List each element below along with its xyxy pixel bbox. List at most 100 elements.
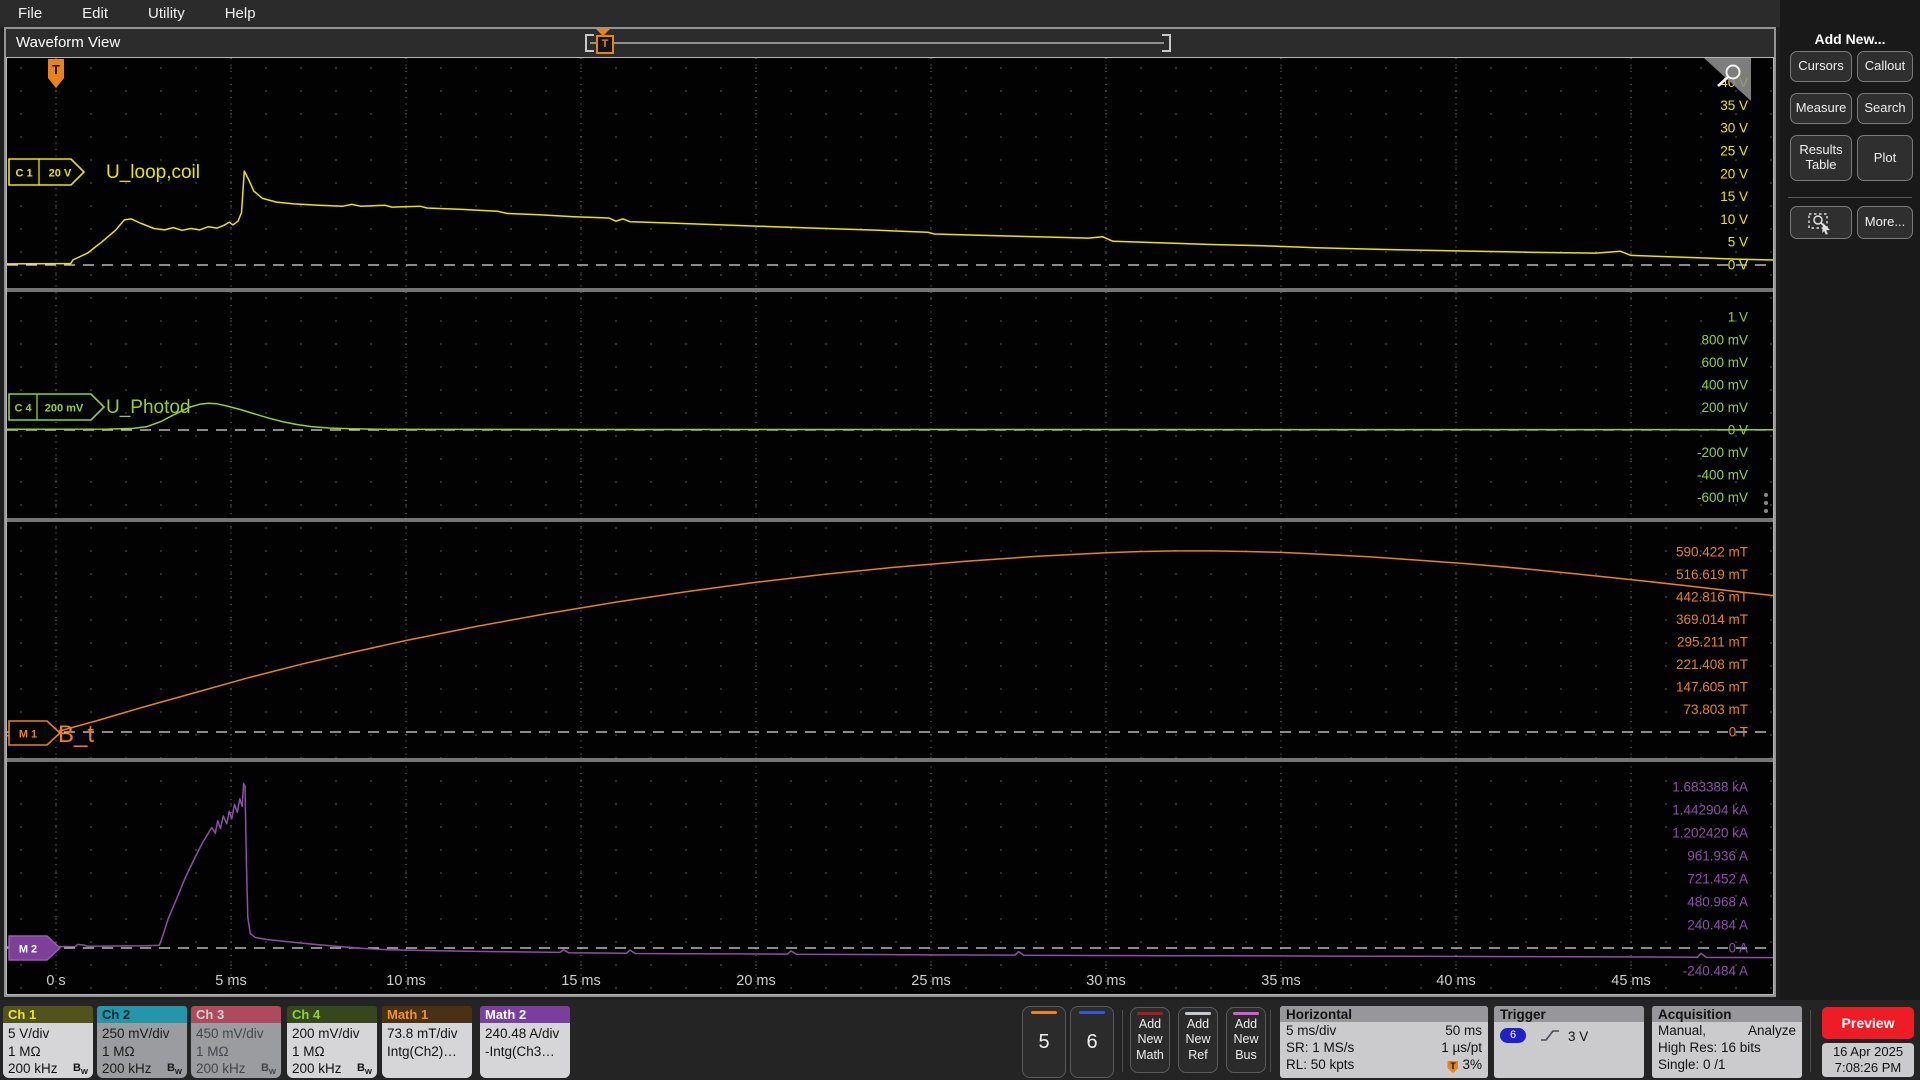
- math1-axis-tick: 295.211 mT: [1677, 635, 1748, 650]
- channel-setting-row: 1 MΩ: [102, 1043, 135, 1059]
- channel-badge-title: Math 2: [480, 1006, 570, 1023]
- ch1-axis-tick: 30 V: [1720, 121, 1748, 136]
- measure-button[interactable]: Measure: [1790, 93, 1852, 124]
- channel-badge-math1[interactable]: Math 1 73.8 mT/div Intg(Ch2)…: [382, 1006, 472, 1078]
- horizontal-panel[interactable]: Horizontal 5 ms/div 50 ms SR: 1 MS/s 1 µs/…: [1280, 1006, 1488, 1078]
- bottom-bar-divider: [1122, 1010, 1123, 1072]
- ch1-badge-scale: 20 V: [49, 168, 72, 180]
- ch1-axis-tick: 15 V: [1720, 189, 1748, 204]
- x-axis-tick: 45 ms: [1611, 973, 1651, 989]
- add-new-ref-button[interactable]: Add New Ref: [1178, 1007, 1218, 1073]
- channel-badge-math2[interactable]: Math 2 240.48 A/div -Intg(Ch3…: [480, 1006, 570, 1078]
- zoom-selection-button[interactable]: [1790, 206, 1852, 239]
- waveform-graticule[interactable]: 40 V35 V30 V25 V20 V15 V10 V5 V0 V1 V800…: [6, 57, 1774, 995]
- menu-help[interactable]: Help: [225, 5, 256, 22]
- math2-axis-tick: 1.442904 kA: [1672, 803, 1748, 818]
- menu-bar: File Edit Utility Help: [0, 0, 1920, 27]
- channel-setting-row: 450 mV/div: [196, 1026, 264, 1041]
- ch1-band-area: [7, 58, 1773, 288]
- ch4-axis-tick: 200 mV: [1701, 400, 1748, 415]
- add-new-math-button[interactable]: Add New Math: [1130, 1007, 1170, 1073]
- ch4-axis-tick: -400 mV: [1697, 468, 1748, 483]
- ch4-waveform-label: U_Photod: [106, 397, 191, 418]
- search-button[interactable]: Search: [1857, 93, 1913, 124]
- channel-setting-row: 5 V/div: [8, 1026, 50, 1041]
- math2-axis-tick: -240.484 A: [1683, 964, 1748, 979]
- horizontal-panel-title: Horizontal: [1280, 1006, 1488, 1022]
- math2-axis-tick: 961.936 A: [1687, 849, 1748, 864]
- add-new-bus-button[interactable]: Add New Bus: [1226, 1007, 1266, 1073]
- minimap-right-bracket[interactable]: [1162, 34, 1171, 52]
- math1-band-area: [7, 522, 1773, 758]
- x-axis-tick: 30 ms: [1086, 973, 1126, 989]
- cursors-button[interactable]: Cursors: [1790, 51, 1852, 82]
- channel-setting-row: 73.8 mT/div: [387, 1026, 458, 1041]
- minimap-left-bracket[interactable]: [585, 34, 594, 52]
- minimap-trigger-icon[interactable]: T: [596, 35, 614, 54]
- waveform-view-tab[interactable]: Waveform View T: [6, 29, 1774, 57]
- ch1-axis-tick: 25 V: [1720, 144, 1748, 159]
- channel-5-button[interactable]: 5: [1022, 1006, 1066, 1078]
- math1-axis-tick: 147.605 mT: [1676, 680, 1748, 695]
- acquisition-resolution: High Res: 16 bits: [1658, 1040, 1761, 1055]
- preview-button[interactable]: Preview: [1822, 1007, 1914, 1039]
- bottom-bar-divider: [1810, 1010, 1811, 1072]
- waveform-view-window: Waveform View T 40 V35 V30 V25 V20 V15 V…: [4, 27, 1776, 997]
- channel-badge-ch1[interactable]: Ch 15 V/div 1 MΩ 200 kHz BW: [3, 1006, 93, 1078]
- panel-resize-handle-icon[interactable]: [1764, 493, 1768, 513]
- ch1-plot-badge[interactable]: C 1 20 V: [8, 158, 86, 186]
- x-axis-tick: 20 ms: [736, 973, 776, 989]
- math2-axis-tick: 240.484 A: [1687, 918, 1748, 933]
- math2-axis-tick: 721.452 A: [1687, 872, 1748, 887]
- trigger-panel[interactable]: Trigger 6 3 V: [1494, 1006, 1644, 1078]
- ch1-axis-tick: 0 V: [1728, 258, 1748, 273]
- channel-color-accent: [1031, 1011, 1057, 1014]
- channel-number: 6: [1086, 1030, 1098, 1053]
- channel-badge-settings: 200 mV/div 1 MΩ 200 kHz BW: [287, 1023, 377, 1078]
- channel-badge-ch3[interactable]: Ch 3 450 mV/div 1 MΩ 200 kHz BW: [191, 1006, 281, 1078]
- trigger-panel-title: Trigger: [1494, 1006, 1644, 1022]
- ch4-badge-id: C 4: [14, 403, 32, 415]
- menu-utility[interactable]: Utility: [148, 5, 185, 22]
- x-axis-tick: 0 s: [46, 973, 65, 989]
- math2-badge-id: M 2: [19, 944, 37, 956]
- menu-edit[interactable]: Edit: [82, 5, 108, 22]
- trigger-flag-glyph: T: [52, 62, 60, 77]
- button-label: Add New Math: [1136, 1016, 1164, 1062]
- more-button[interactable]: More...: [1857, 206, 1913, 239]
- ch1-axis-tick: 35 V: [1720, 98, 1748, 113]
- date-time-display[interactable]: 16 Apr 2025 7:08:26 PM: [1822, 1043, 1914, 1077]
- math1-axis-tick: 0 T: [1729, 725, 1748, 740]
- channel-setting-row: Intg(Ch2)…: [387, 1043, 457, 1059]
- channel-badge-ch2[interactable]: Ch 2 250 mV/div 1 MΩ 200 kHz BW: [97, 1006, 187, 1078]
- acquisition-single-count: Single: 0 /1: [1658, 1057, 1726, 1072]
- math1-waveform-label: B_t: [58, 721, 94, 748]
- band-divider: [6, 758, 1774, 762]
- channel-badge-title: Ch 1: [3, 1006, 93, 1023]
- ch4-axis-tick: -600 mV: [1697, 490, 1748, 505]
- channel-badge-ch4[interactable]: Ch 4 200 mV/div 1 MΩ 200 kHz BW: [287, 1006, 377, 1078]
- horizontal-minimap-track[interactable]: [590, 42, 1164, 44]
- rising-edge-icon: [1541, 1030, 1559, 1041]
- trigger-source-badge: 6: [1500, 1028, 1526, 1043]
- plot-button[interactable]: Plot: [1857, 135, 1913, 181]
- x-axis-tick: 5 ms: [215, 973, 246, 989]
- ch4-plot-badge[interactable]: C 4 200 mV: [8, 393, 106, 421]
- math2-axis-tick: 1.683388 kA: [1672, 780, 1748, 795]
- callout-button[interactable]: Callout: [1857, 51, 1913, 82]
- date-value: 16 Apr 2025: [1832, 1044, 1904, 1059]
- x-axis-tick: 15 ms: [561, 973, 601, 989]
- time-value: 7:08:26 PM: [1834, 1060, 1902, 1075]
- ch4-axis-tick: -200 mV: [1697, 445, 1748, 460]
- channel-badge-title: Ch 3: [191, 1006, 281, 1023]
- menu-file[interactable]: File: [18, 5, 42, 22]
- math2-band-area: [7, 762, 1773, 994]
- acquisition-mode: Manual,: [1658, 1023, 1707, 1038]
- ch4-axis-tick: 800 mV: [1701, 332, 1748, 347]
- results-table-button[interactable]: Results Table: [1790, 135, 1852, 181]
- ch1-axis-tick: 10 V: [1720, 212, 1748, 227]
- channel-6-button[interactable]: 6: [1070, 1006, 1114, 1078]
- sample-interval: 1 µs/pt: [1441, 1040, 1482, 1055]
- acquisition-panel[interactable]: Acquisition Manual, Analyze High Res: 16 …: [1652, 1006, 1802, 1078]
- x-axis-tick: 35 ms: [1261, 973, 1301, 989]
